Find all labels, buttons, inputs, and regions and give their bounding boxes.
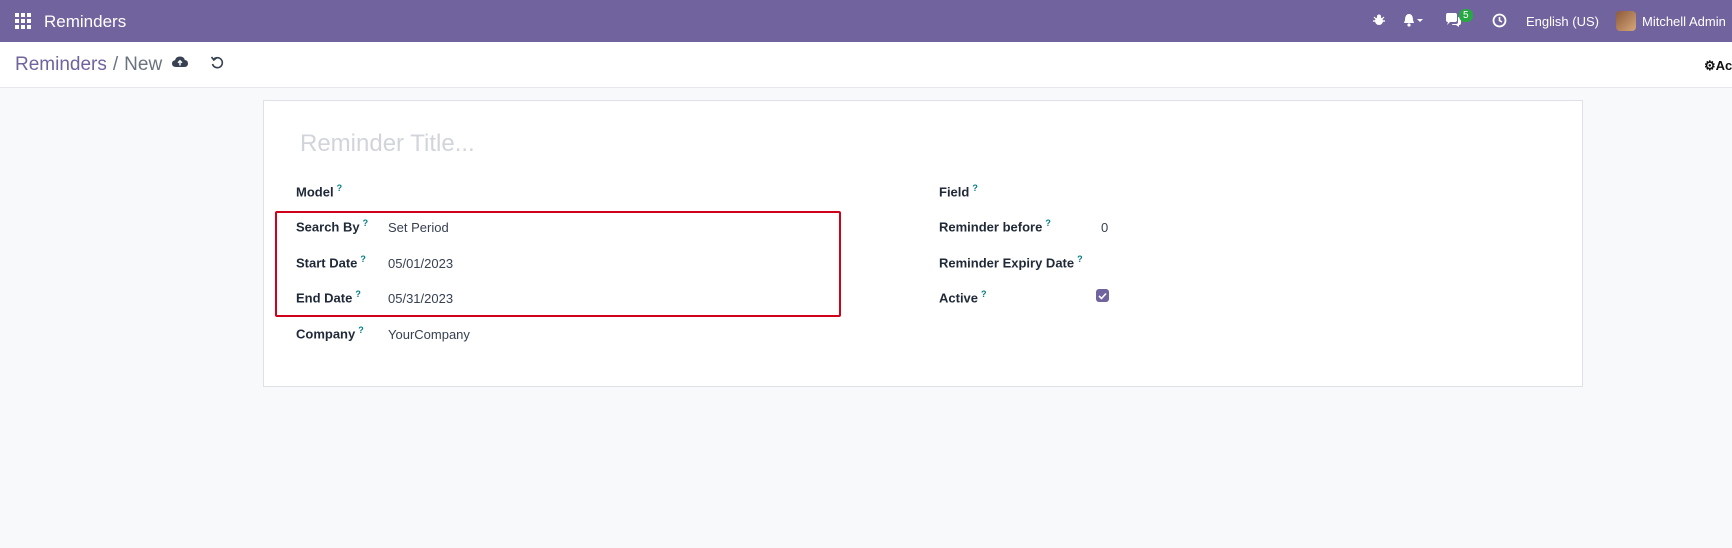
- highlight-box: [275, 211, 841, 317]
- user-menu[interactable]: Mitchell Admin: [1642, 14, 1726, 29]
- help-tooltip-icon: ?: [972, 183, 978, 193]
- breadcrumb-parent-link[interactable]: Reminders: [15, 54, 107, 75]
- active-label: Active?: [939, 289, 987, 306]
- discard-undo-icon[interactable]: [210, 55, 224, 74]
- reminder-before-label: Reminder before?: [939, 218, 1051, 235]
- control-panel: Reminders / New: [0, 42, 1732, 88]
- save-cloud-icon[interactable]: [172, 55, 188, 74]
- model-label: Model?: [296, 183, 343, 200]
- apps-grid-icon[interactable]: [15, 13, 31, 29]
- language-selector[interactable]: English (US): [1526, 14, 1599, 29]
- user-avatar[interactable]: [1616, 11, 1636, 31]
- active-checkbox[interactable]: [1096, 289, 1109, 302]
- checkmark-icon: [1098, 292, 1107, 300]
- action-menu-button[interactable]: ⚙Ac: [1704, 58, 1732, 74]
- breadcrumb-separator: /: [112, 54, 119, 75]
- help-tooltip-icon: ?: [1045, 218, 1051, 228]
- help-tooltip-icon: ?: [358, 325, 364, 335]
- breadcrumb-current: New: [124, 54, 163, 75]
- message-count-badge: 5: [1459, 9, 1473, 22]
- reminder-title-input[interactable]: Reminder Title...: [300, 130, 475, 158]
- model-field[interactable]: [388, 181, 788, 199]
- field-label: Field?: [939, 183, 978, 200]
- clock-icon[interactable]: [1492, 13, 1507, 31]
- debug-bug-icon[interactable]: [1372, 13, 1386, 30]
- reminder-expiry-date-field[interactable]: [1100, 252, 1500, 270]
- company-label: Company?: [296, 325, 364, 342]
- help-tooltip-icon: ?: [981, 289, 987, 299]
- reminder-expiry-date-label: Reminder Expiry Date?: [939, 254, 1083, 271]
- top-navbar: Reminders 5 English (US) Mitchell Admin: [0, 0, 1732, 42]
- field-select[interactable]: [1100, 181, 1500, 199]
- bell-icon[interactable]: [1402, 13, 1424, 30]
- reminder-before-input[interactable]: 0: [1101, 220, 1108, 235]
- app-title[interactable]: Reminders: [44, 12, 126, 32]
- gear-icon: ⚙: [1704, 58, 1716, 73]
- company-field[interactable]: YourCompany: [388, 327, 470, 342]
- breadcrumb: Reminders / New: [15, 54, 162, 76]
- help-tooltip-icon: ?: [1077, 254, 1083, 264]
- help-tooltip-icon: ?: [336, 183, 343, 193]
